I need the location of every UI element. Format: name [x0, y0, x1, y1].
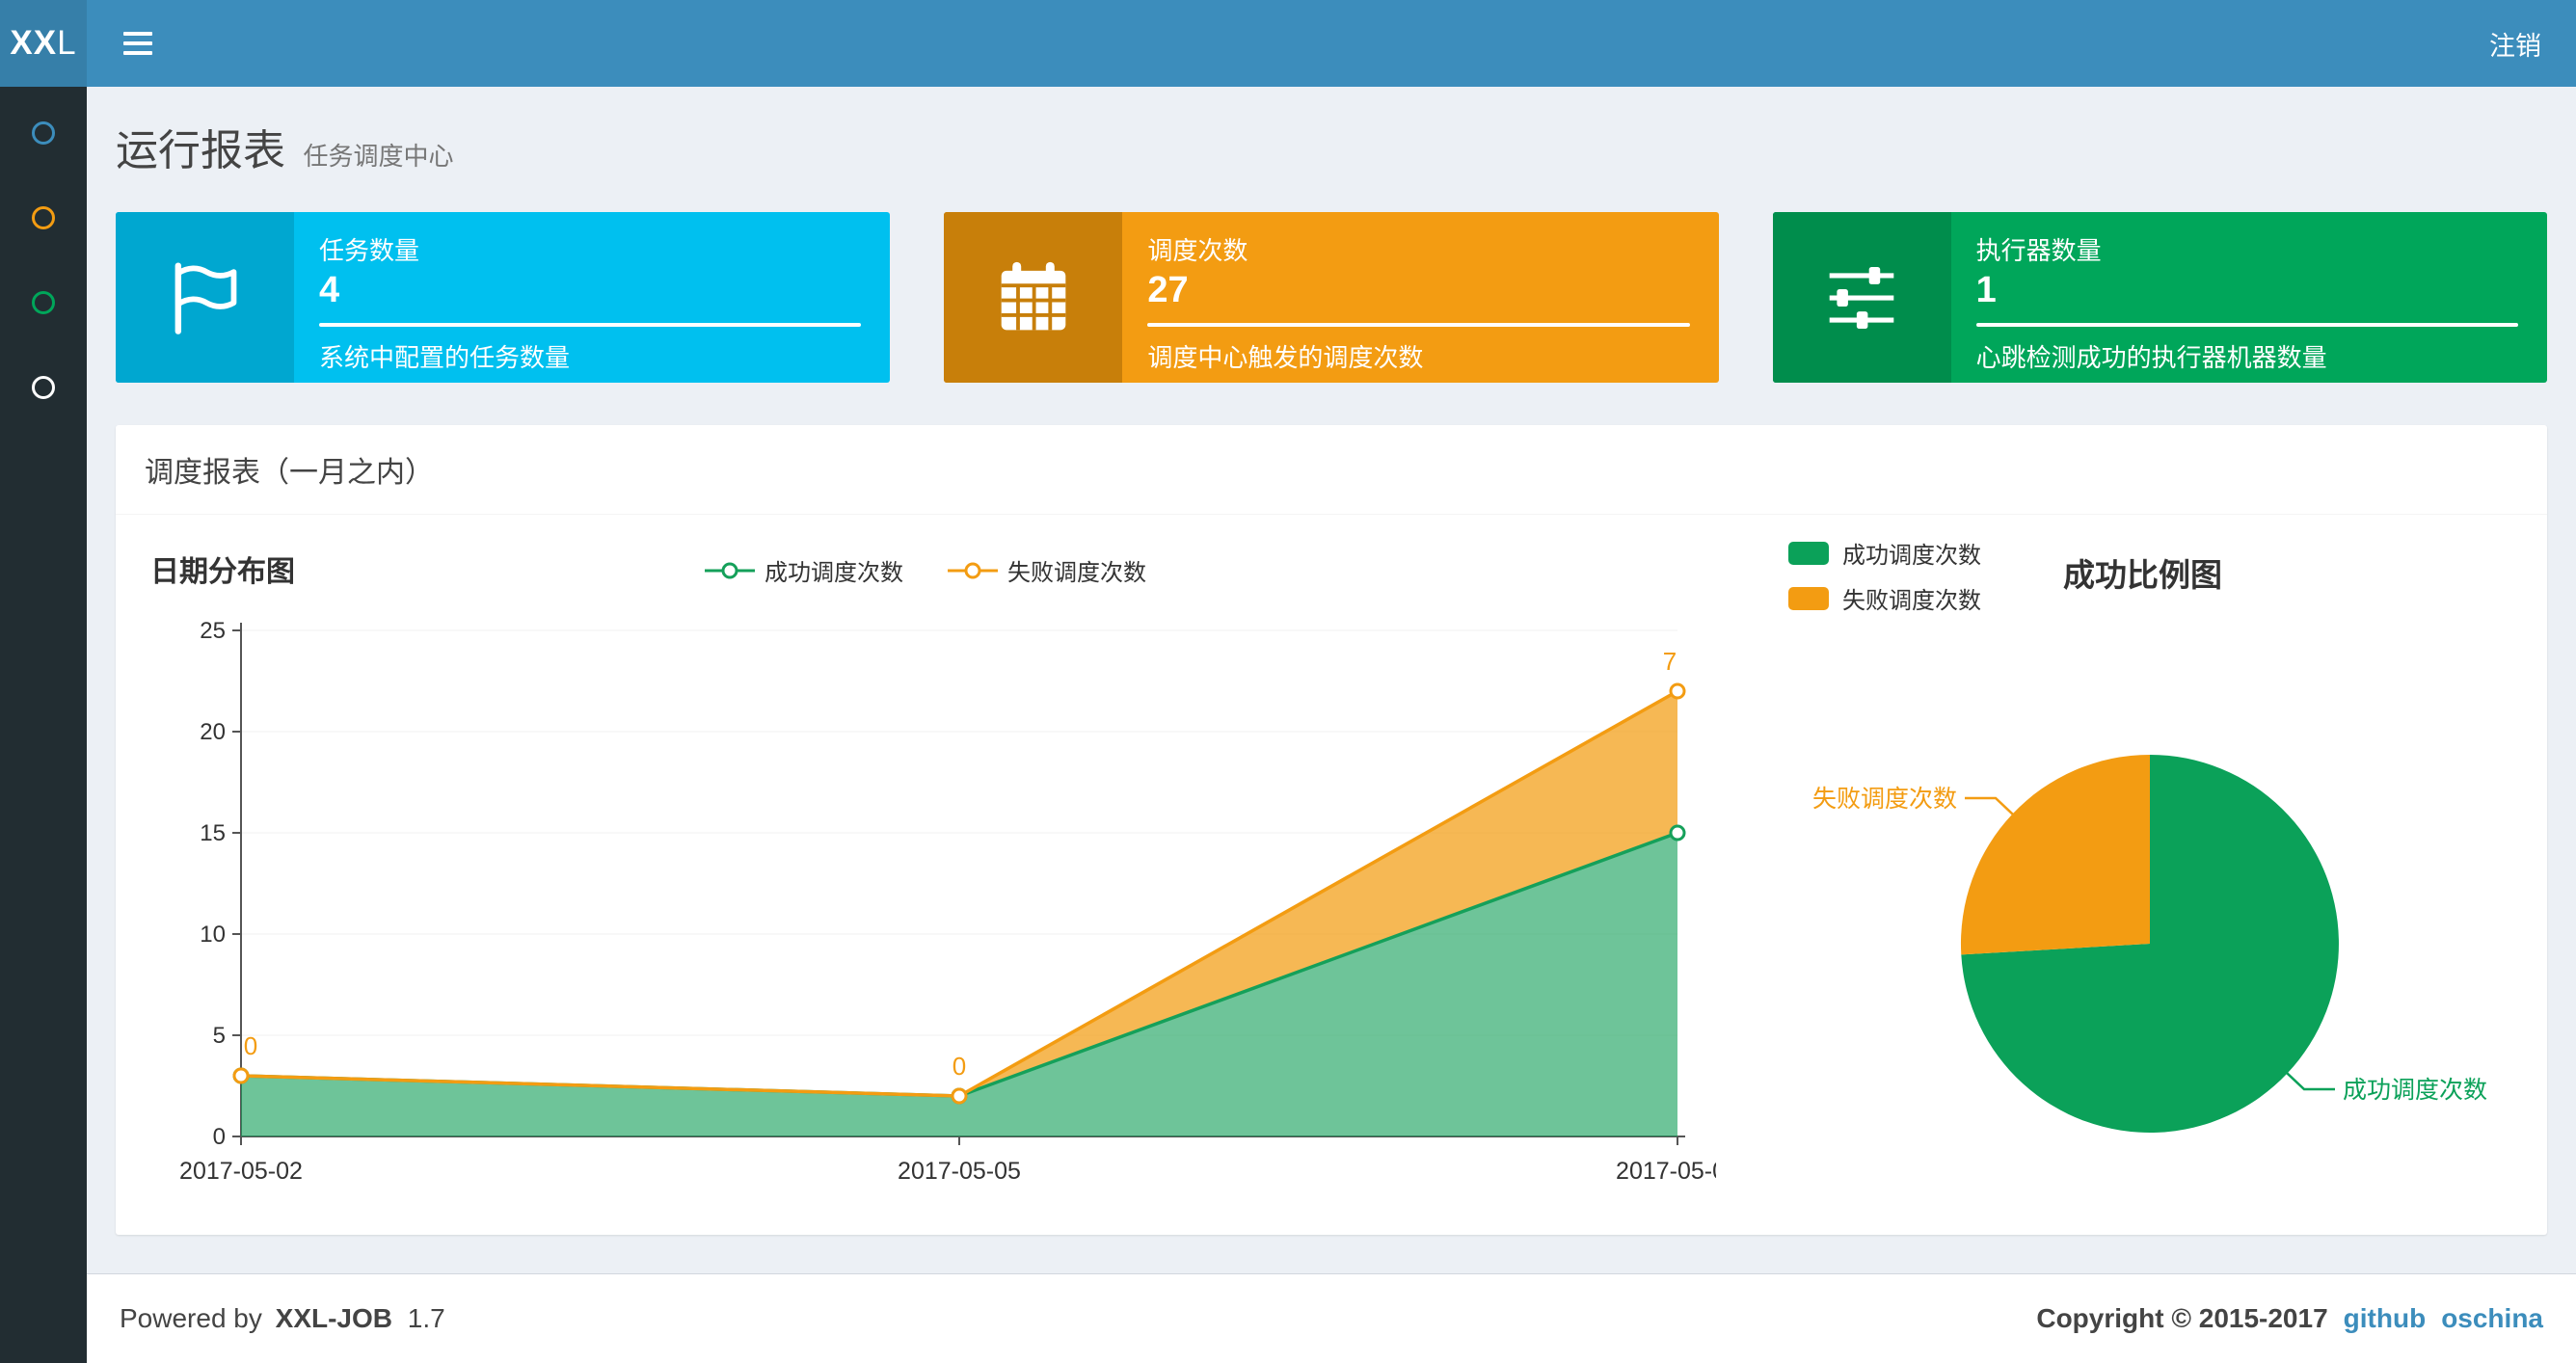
- legend-line-marker-icon: [948, 562, 998, 578]
- circle-icon: [32, 291, 55, 314]
- hamburger-icon: [123, 32, 152, 36]
- info-box-title: 调度次数: [1147, 236, 1248, 265]
- page-subtitle: 任务调度中心: [303, 142, 454, 171]
- sidebar-item-2[interactable]: [0, 175, 87, 260]
- footer-powered-by: Powered by XXL-JOB 1.7: [120, 1303, 445, 1334]
- sliders-icon: [1829, 266, 1894, 329]
- copyright-text: Copyright © 2015-2017: [2036, 1303, 2328, 1333]
- svg-text:2017-05-02: 2017-05-02: [179, 1158, 303, 1185]
- svg-text:10: 10: [200, 922, 226, 948]
- info-box-row: 任务数量 4 系统中配置的任务数量 调度次数 27 调度中心触发的调度次数 执行…: [87, 212, 2576, 383]
- info-box-number: 27: [1147, 270, 1189, 310]
- sidebar-item-1[interactable]: [0, 91, 87, 175]
- svg-text:0: 0: [213, 1124, 226, 1150]
- pie-legend-item[interactable]: 成功调度次数: [1788, 536, 1981, 570]
- logo-text-light: L: [57, 24, 77, 62]
- oschina-link[interactable]: oschina: [2441, 1303, 2543, 1334]
- github-link[interactable]: github: [2344, 1303, 2427, 1334]
- page-title: 运行报表: [116, 127, 285, 174]
- info-box-content: 执行器数量 1 心跳检测成功的执行器机器数量: [1951, 212, 2547, 383]
- info-box-number: 1: [1975, 270, 1997, 310]
- main-content: 运行报表 任务调度中心 任务数量 4 系统中配置的任务数量 调度次数 27 调度…: [87, 87, 2576, 1273]
- panel-body: 日期分布图 成功调度次数 失败调度次数 0 5 10 15 20 25 2017-05-02 2…: [116, 515, 2547, 1235]
- svg-text:15: 15: [200, 820, 226, 846]
- svg-text:0: 0: [244, 1031, 257, 1060]
- info-box-progress-bar: [319, 323, 862, 327]
- info-box-number: 4: [319, 270, 340, 310]
- info-box-title: 执行器数量: [1975, 236, 2102, 265]
- info-box-jobs: 任务数量 4 系统中配置的任务数量: [116, 212, 891, 383]
- powered-by-text: Powered by: [120, 1303, 262, 1333]
- date-distribution-chart: 05101520252017-05-022017-05-052017-05-08…: [179, 618, 1716, 1185]
- legend-item-success[interactable]: 成功调度次数: [705, 553, 903, 587]
- info-box-description: 心跳检测成功的执行器机器数量: [1975, 343, 2327, 372]
- info-box-icon-area: [116, 212, 294, 383]
- circle-icon: [32, 376, 55, 399]
- legend-line-marker-icon: [705, 562, 755, 578]
- sidebar-item-3[interactable]: [0, 260, 87, 345]
- info-box-icon-area: [944, 212, 1123, 383]
- svg-text:20: 20: [200, 719, 226, 745]
- legend-item-fail[interactable]: 失败调度次数: [948, 553, 1146, 587]
- info-box-description: 调度中心触发的调度次数: [1147, 343, 1424, 372]
- sidebar-toggle-button[interactable]: [108, 0, 168, 87]
- legend-label: 成功调度次数: [1842, 543, 1981, 569]
- footer: Powered by XXL-JOB 1.7 Copyright © 2015-…: [87, 1273, 2576, 1363]
- panel-title: 调度报表（一月之内）: [116, 425, 2547, 515]
- product-version: 1.7: [407, 1303, 445, 1333]
- legend-label: 失败调度次数: [1007, 560, 1146, 586]
- area-chart-title: 日期分布图: [150, 556, 295, 588]
- product-name: XXL-JOB: [275, 1303, 393, 1333]
- info-box-progress-bar: [1147, 323, 1690, 327]
- info-box-triggers: 调度次数 27 调度中心触发的调度次数: [944, 212, 1719, 383]
- report-panel: 调度报表（一月之内） 日期分布图 成功调度次数 失败调度次数 0 5 10 15 20 25…: [116, 425, 2547, 1235]
- legend-swatch-icon: [1788, 541, 1829, 565]
- legend-label: 成功调度次数: [765, 560, 903, 586]
- calendar-icon: [1001, 261, 1066, 330]
- svg-text:2017-05-05: 2017-05-05: [898, 1158, 1021, 1185]
- logout-button[interactable]: 注销: [2455, 0, 2576, 87]
- circle-icon: [32, 206, 55, 229]
- info-box-progress-bar: [1975, 323, 2518, 327]
- info-box-executors: 执行器数量 1 心跳检测成功的执行器机器数量: [1772, 212, 2547, 383]
- svg-text:2017-05-08: 2017-05-08: [1616, 1158, 1716, 1185]
- svg-text:成功调度次数: 成功调度次数: [2343, 1077, 2487, 1104]
- flag-icon: [174, 261, 236, 334]
- svg-text:失败调度次数: 失败调度次数: [1812, 786, 1957, 813]
- info-box-content: 调度次数 27 调度中心触发的调度次数: [1122, 212, 1718, 383]
- svg-text:7: 7: [1663, 647, 1677, 676]
- top-navbar: XX L 注销: [0, 0, 2576, 87]
- svg-text:5: 5: [213, 1023, 226, 1049]
- info-box-icon-area: [1772, 212, 1951, 383]
- sidebar-item-4[interactable]: [0, 345, 87, 430]
- svg-text:25: 25: [200, 618, 226, 644]
- logo-text-bold: XX: [10, 24, 58, 62]
- app-logo[interactable]: XX L: [0, 0, 87, 87]
- success-ratio-pie-chart: 成功调度次数 失败调度次数: [1812, 755, 2487, 1133]
- info-box-content: 任务数量 4 系统中配置的任务数量: [294, 212, 890, 383]
- info-box-title: 任务数量: [319, 236, 420, 265]
- sidebar: [0, 87, 87, 1363]
- circle-icon: [32, 121, 55, 145]
- footer-copyright-area: Copyright © 2015-2017 github oschina: [2036, 1303, 2543, 1334]
- info-box-description: 系统中配置的任务数量: [319, 343, 571, 372]
- page-header: 运行报表 任务调度中心: [87, 87, 2576, 212]
- area-chart-legend: 成功调度次数 失败调度次数: [521, 553, 1330, 587]
- svg-text:0: 0: [953, 1052, 966, 1081]
